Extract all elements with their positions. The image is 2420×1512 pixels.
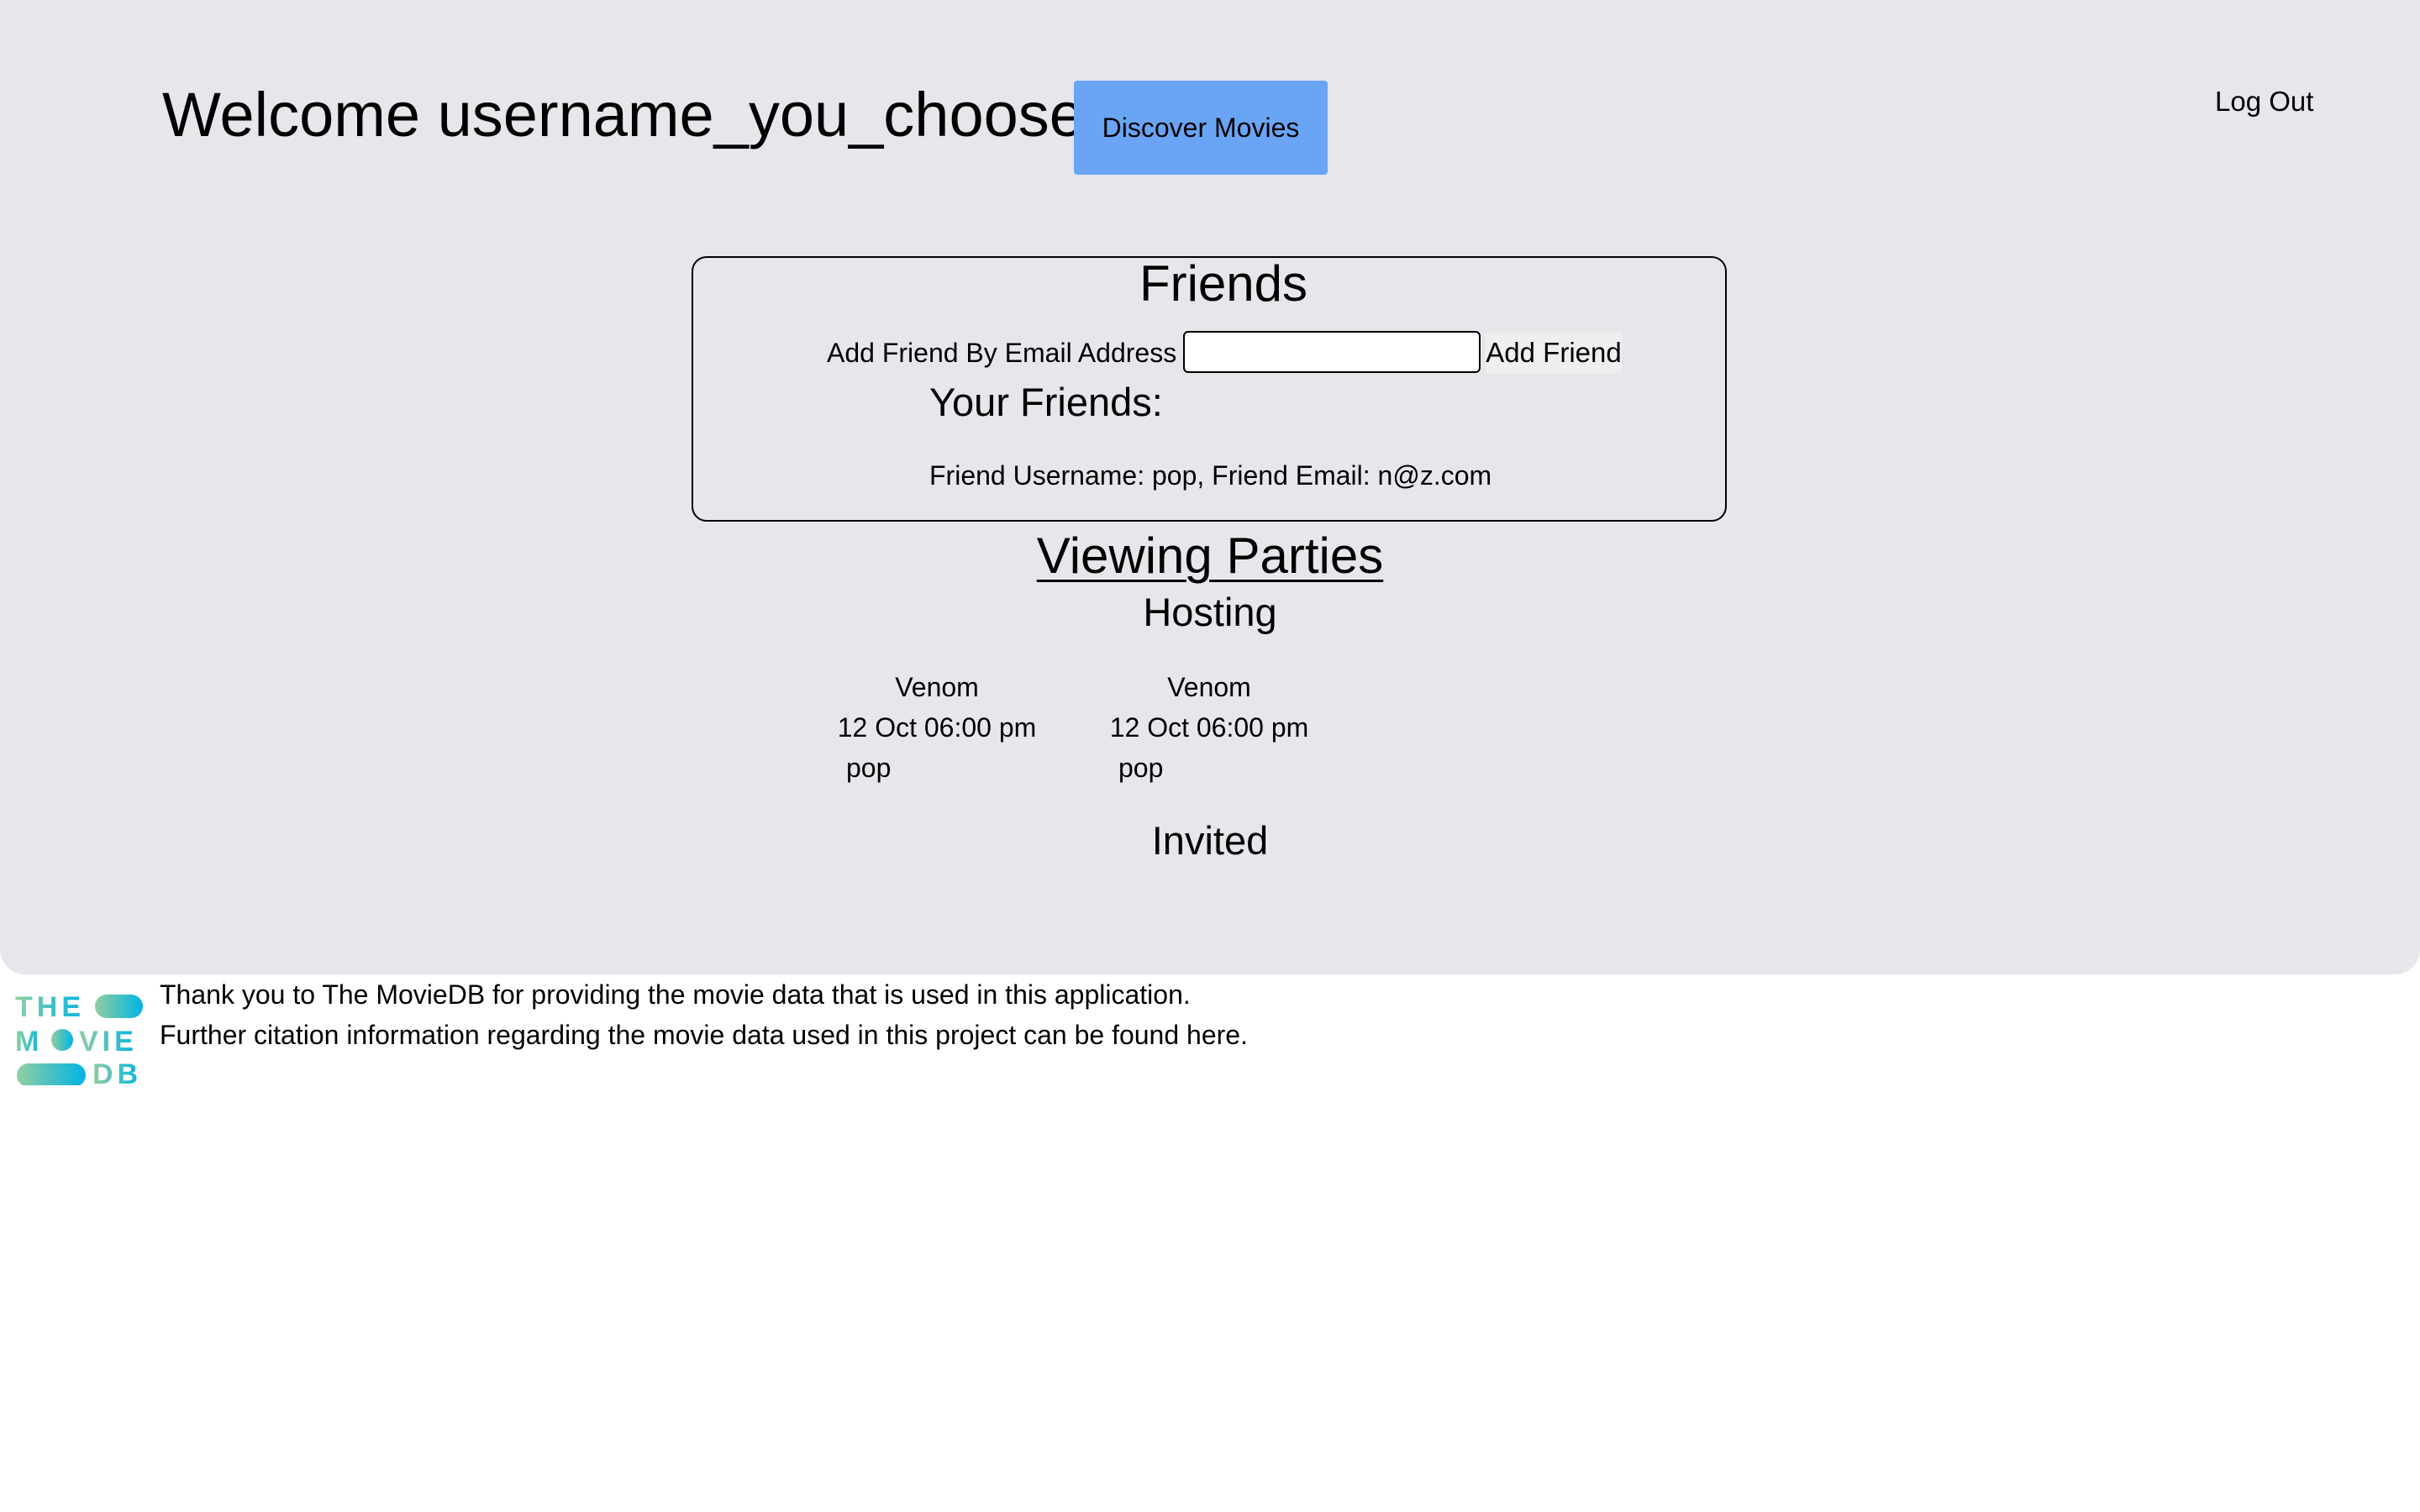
party-datetime: 12 Oct 06:00 pm: [1109, 712, 1309, 743]
viewing-parties-title: Viewing Parties: [1036, 528, 1384, 584]
credit-line-1: Thank you to The MovieDB for providing t…: [160, 979, 1191, 1010]
tmdb-logo-row-1: THE: [15, 991, 85, 1023]
friend-list-item: Friend Username: pop, Friend Email: n@z.…: [929, 460, 1492, 491]
hosting-heading: Hosting: [1143, 590, 1277, 634]
log-out-link[interactable]: Log Out: [2215, 84, 2313, 119]
discover-movies-button[interactable]: Discover Movies: [1074, 81, 1328, 175]
citation-link[interactable]: Further citation information regarding t…: [160, 1020, 1248, 1050]
tmdb-logo-row-3: DB: [92, 1058, 142, 1085]
add-friend-label: Add Friend By Email Address: [827, 338, 1177, 368]
tmdb-logo-icon: THE M VIE DB: [15, 991, 143, 1085]
party-host: pop: [1118, 753, 1164, 783]
main-panel: Welcome username_you_choose Discover Mov…: [0, 0, 2420, 974]
your-friends-heading: Your Friends:: [929, 380, 1163, 424]
party-host: pop: [846, 753, 892, 783]
tmdb-logo-row-2-left: M: [15, 1026, 43, 1058]
add-friend-email-input[interactable]: [1183, 331, 1481, 373]
add-friend-button[interactable]: Add Friend: [1486, 333, 1622, 373]
party-datetime: 12 Oct 06:00 pm: [837, 712, 1037, 743]
hosted-party-card[interactable]: Venom 12 Oct 06:00 pm pop: [1100, 667, 1318, 788]
welcome-heading: Welcome username_you_choose: [162, 80, 1084, 150]
party-movie-title: Venom: [1167, 672, 1251, 702]
hosted-party-card[interactable]: Venom 12 Oct 06:00 pm pop: [828, 667, 1046, 788]
friends-title: Friends: [1139, 255, 1308, 312]
party-movie-title: Venom: [895, 672, 979, 702]
credit-line-2: Further citation information regarding t…: [160, 1015, 1248, 1055]
tmdb-logo-row-2-right: VIE: [79, 1026, 138, 1058]
invited-heading: Invited: [1151, 818, 1269, 863]
